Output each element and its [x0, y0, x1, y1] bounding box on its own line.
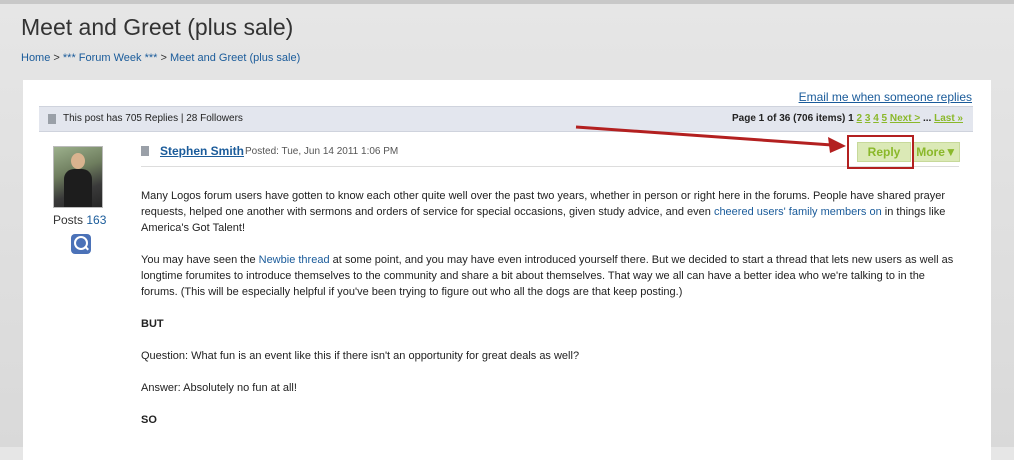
page-title: Meet and Greet (plus sale)	[21, 14, 294, 40]
post-paragraph: Answer: Absolutely no fun at all!	[141, 382, 297, 394]
page-link[interactable]: 3	[865, 113, 871, 124]
family-members-link[interactable]: cheered users' family members on	[714, 206, 882, 218]
avatar[interactable]	[53, 146, 103, 208]
highlight-box	[847, 135, 914, 169]
breadcrumb-forum[interactable]: *** Forum Week ***	[63, 52, 158, 64]
posts-label: Posts	[53, 213, 84, 227]
breadcrumb-current[interactable]: Meet and Greet (plus sale)	[170, 52, 300, 64]
email-replies-link[interactable]: Email me when someone replies	[799, 90, 972, 104]
document-icon	[141, 146, 149, 156]
breadcrumb: Home > *** Forum Week *** > Meet and Gre…	[21, 52, 300, 64]
posts-count[interactable]: 163	[86, 213, 106, 227]
newbie-thread-link[interactable]: Newbie thread	[259, 254, 330, 266]
page-info: Page 1 of 36 (706 items)	[732, 113, 846, 124]
post-paragraph: SO	[141, 412, 961, 428]
page-link[interactable]: 2	[857, 113, 863, 124]
author-name[interactable]: Stephen Smith	[160, 144, 244, 158]
next-page-link[interactable]: Next >	[890, 113, 920, 124]
zoom-handle	[84, 245, 89, 251]
post-text: BUT	[141, 318, 164, 330]
more-button[interactable]: More▼	[913, 142, 960, 162]
zoom-icon[interactable]	[71, 234, 91, 254]
avatar-head	[71, 153, 85, 169]
post-paragraph: You may have seen the Newbie thread at s…	[141, 252, 961, 300]
pagination: Page 1 of 36 (706 items) 1 2 3 4 5 Next …	[732, 113, 963, 124]
post-timestamp: Posted: Tue, Jun 14 2011 1:06 PM	[245, 146, 399, 157]
document-icon	[48, 114, 56, 124]
last-page-link[interactable]: Last »	[934, 113, 963, 124]
divider	[141, 166, 959, 167]
page-link[interactable]: 4	[873, 113, 879, 124]
author-post-count: Posts 163	[53, 213, 106, 227]
top-border	[0, 0, 1014, 4]
avatar-body	[64, 169, 92, 207]
post-text: SO	[141, 414, 157, 426]
post-text: You may have seen the	[141, 254, 259, 266]
breadcrumb-separator: >	[157, 52, 170, 64]
post-paragraph: Many Logos forum users have gotten to kn…	[141, 188, 961, 236]
current-page: 1	[848, 113, 854, 124]
post-paragraph: Question: What fun is an event like this…	[141, 350, 580, 362]
breadcrumb-separator: >	[50, 52, 63, 64]
pagination-ellipsis: ...	[922, 113, 932, 124]
post-paragraph: BUT	[141, 316, 961, 332]
page-link[interactable]: 5	[882, 113, 888, 124]
annotation-arrow-icon	[575, 125, 846, 153]
replies-followers-count: This post has 705 Replies | 28 Followers	[63, 113, 243, 124]
breadcrumb-home[interactable]: Home	[21, 52, 50, 64]
thread-panel: Email me when someone replies This post …	[23, 80, 991, 460]
post-body: Many Logos forum users have gotten to kn…	[141, 188, 961, 444]
